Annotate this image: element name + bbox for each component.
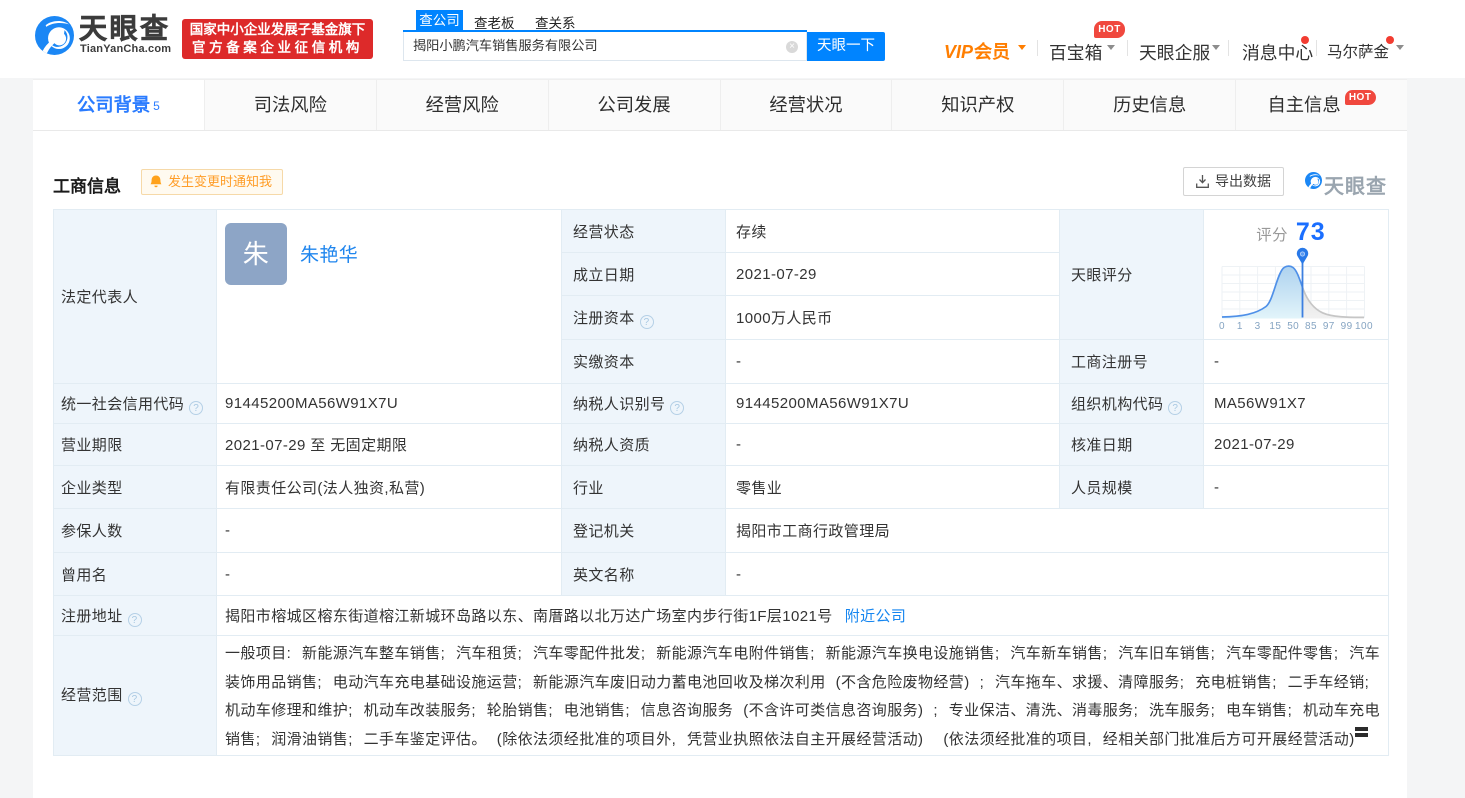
svg-text:85: 85	[1305, 321, 1317, 332]
svg-text:99: 99	[1341, 321, 1353, 332]
svg-text:97: 97	[1323, 321, 1335, 332]
svg-text:1: 1	[1237, 321, 1243, 332]
svg-text:15: 15	[1269, 321, 1281, 332]
svg-text:100: 100	[1355, 321, 1373, 332]
svg-text:50: 50	[1287, 321, 1299, 332]
svg-text:3: 3	[1255, 321, 1261, 332]
svg-text:0: 0	[1219, 321, 1225, 332]
